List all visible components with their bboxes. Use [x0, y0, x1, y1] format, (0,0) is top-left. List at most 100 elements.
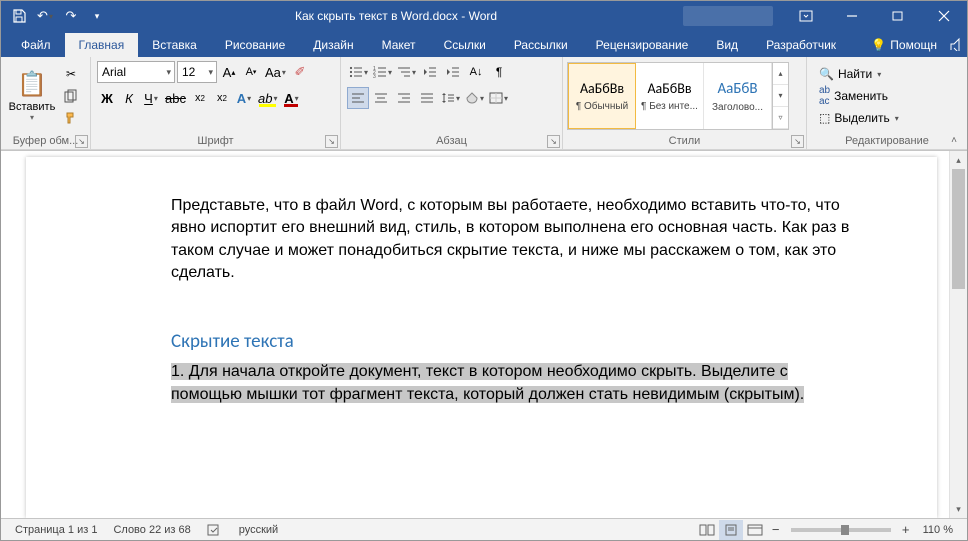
- find-button[interactable]: 🔍Найти▾: [815, 63, 903, 85]
- grow-font-icon[interactable]: A▴: [219, 61, 239, 83]
- tab-insert[interactable]: Вставка: [138, 33, 211, 57]
- scroll-track[interactable]: [950, 169, 967, 500]
- styles-expand-icon[interactable]: ▿: [773, 107, 788, 129]
- tell-me-label: Помощн: [890, 38, 937, 52]
- spellcheck-icon[interactable]: [199, 523, 231, 537]
- search-icon: 🔍: [819, 67, 834, 81]
- tab-design[interactable]: Дизайн: [299, 33, 367, 57]
- group-styles: АаБбВв ¶ Обычный АаБбВв ¶ Без инте... Аа…: [563, 57, 807, 150]
- account-indicator[interactable]: [683, 6, 773, 26]
- align-left-icon[interactable]: [347, 87, 369, 109]
- sort-icon[interactable]: А↓: [465, 61, 487, 83]
- tab-mailings[interactable]: Рассылки: [500, 33, 582, 57]
- underline-icon[interactable]: Ч▾: [141, 87, 161, 109]
- save-icon[interactable]: [7, 4, 31, 28]
- align-right-icon[interactable]: [393, 87, 415, 109]
- selected-text[interactable]: 1. Для начала откройте документ, текст в…: [171, 363, 804, 402]
- font-size-value: 12: [182, 65, 195, 79]
- language-indicator[interactable]: русский: [231, 524, 286, 536]
- zoom-slider[interactable]: [791, 528, 891, 532]
- tab-developer[interactable]: Разработчик: [752, 33, 850, 57]
- replace-button[interactable]: abacЗаменить: [815, 85, 903, 107]
- clear-formatting-icon[interactable]: ✐: [290, 61, 310, 83]
- highlight-icon[interactable]: ab▾: [256, 87, 279, 109]
- decrease-indent-icon[interactable]: [419, 61, 441, 83]
- styles-gallery: АаБбВв ¶ Обычный АаБбВв ¶ Без инте... Аа…: [567, 62, 789, 130]
- font-family-select[interactable]: Arial: [97, 61, 175, 83]
- change-case-icon[interactable]: Aa▾: [263, 61, 288, 83]
- multilevel-icon[interactable]: ▾: [395, 61, 418, 83]
- font-dialog-launcher[interactable]: ↘: [325, 135, 338, 148]
- clipboard-dialog-launcher[interactable]: ↘: [75, 135, 88, 148]
- paste-button[interactable]: 📋 Вставить ▾: [5, 62, 59, 130]
- tell-me[interactable]: 💡Помощн: [861, 38, 947, 57]
- show-marks-icon[interactable]: ¶: [488, 61, 510, 83]
- body-paragraph-selected[interactable]: 1. Для начала откройте документ, текст в…: [171, 361, 857, 406]
- select-button[interactable]: ⬚Выделить▾: [815, 107, 903, 129]
- style-normal[interactable]: АаБбВв ¶ Обычный: [568, 63, 636, 129]
- shading-icon[interactable]: ▾: [463, 87, 486, 109]
- tab-review[interactable]: Рецензирование: [582, 33, 703, 57]
- maximize-icon[interactable]: [875, 1, 921, 31]
- cut-icon[interactable]: ✂: [61, 64, 81, 84]
- select-label: Выделить: [834, 111, 889, 125]
- share-icon[interactable]: [947, 31, 967, 57]
- body-paragraph[interactable]: Представьте, что в файл Word, с которым …: [171, 195, 857, 285]
- shrink-font-icon[interactable]: A▾: [241, 61, 261, 83]
- subscript-icon[interactable]: x2: [190, 87, 210, 109]
- read-mode-icon[interactable]: [695, 520, 719, 540]
- paragraph-dialog-launcher[interactable]: ↘: [547, 135, 560, 148]
- text-effects-icon[interactable]: A▾: [234, 87, 254, 109]
- line-spacing-icon[interactable]: ▾: [439, 87, 462, 109]
- styles-up-icon[interactable]: ▴: [773, 63, 788, 85]
- zoom-out-icon[interactable]: −: [767, 522, 785, 537]
- print-layout-icon[interactable]: [719, 520, 743, 540]
- scroll-down-icon[interactable]: ▾: [950, 500, 967, 518]
- heading[interactable]: Скрытие текста: [171, 329, 857, 356]
- style-heading1[interactable]: АаБбВ Заголово...: [704, 63, 772, 129]
- numbering-icon[interactable]: 123▾: [371, 61, 394, 83]
- vertical-scrollbar[interactable]: ▴ ▾: [949, 151, 967, 518]
- superscript-icon[interactable]: x2: [212, 87, 232, 109]
- styles-down-icon[interactable]: ▾: [773, 85, 788, 107]
- font-family-value: Arial: [102, 65, 126, 79]
- scroll-thumb[interactable]: [952, 169, 965, 289]
- borders-icon[interactable]: ▾: [487, 87, 510, 109]
- font-size-select[interactable]: 12: [177, 61, 217, 83]
- style-no-spacing[interactable]: АаБбВв ¶ Без инте...: [636, 63, 704, 129]
- tab-home[interactable]: Главная: [65, 33, 139, 57]
- styles-dialog-launcher[interactable]: ↘: [791, 135, 804, 148]
- page[interactable]: Представьте, что в файл Word, с которым …: [26, 157, 937, 518]
- minimize-icon[interactable]: [829, 1, 875, 31]
- align-center-icon[interactable]: [370, 87, 392, 109]
- zoom-in-icon[interactable]: +: [897, 522, 915, 537]
- undo-icon[interactable]: ↶▾: [33, 4, 57, 28]
- tab-view[interactable]: Вид: [702, 33, 752, 57]
- page-content[interactable]: Представьте, что в файл Word, с которым …: [171, 195, 857, 406]
- tab-references[interactable]: Ссылки: [430, 33, 500, 57]
- bullets-icon[interactable]: ▾: [347, 61, 370, 83]
- page-indicator[interactable]: Страница 1 из 1: [7, 524, 105, 536]
- close-icon[interactable]: [921, 1, 967, 31]
- tab-layout[interactable]: Макет: [368, 33, 430, 57]
- italic-icon[interactable]: К: [119, 87, 139, 109]
- web-layout-icon[interactable]: [743, 520, 767, 540]
- font-color-icon[interactable]: A▾: [281, 87, 301, 109]
- redo-icon[interactable]: ↷: [59, 4, 83, 28]
- zoom-level[interactable]: 110 %: [915, 524, 961, 536]
- bold-icon[interactable]: Ж: [97, 87, 117, 109]
- strikethrough-icon[interactable]: abc: [163, 87, 188, 109]
- tab-draw[interactable]: Рисование: [211, 33, 299, 57]
- word-count[interactable]: Слово 22 из 68: [105, 524, 198, 536]
- scroll-up-icon[interactable]: ▴: [950, 151, 967, 169]
- tab-file[interactable]: Файл: [7, 33, 65, 57]
- format-painter-icon[interactable]: [61, 108, 81, 128]
- copy-icon[interactable]: [61, 86, 81, 106]
- zoom-thumb[interactable]: [841, 525, 849, 535]
- qat-customize-icon[interactable]: ▾: [85, 4, 109, 28]
- ribbon-options-icon[interactable]: [783, 1, 829, 31]
- justify-icon[interactable]: [416, 87, 438, 109]
- collapse-ribbon-icon[interactable]: ˄: [945, 133, 963, 147]
- increase-indent-icon[interactable]: [442, 61, 464, 83]
- group-editing-label: Редактирование: [811, 133, 963, 150]
